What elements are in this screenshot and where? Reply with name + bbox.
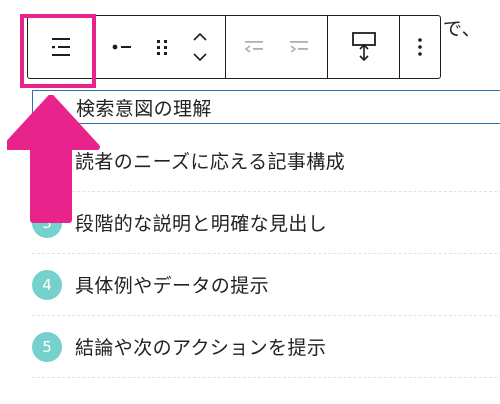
toolbar-group-indent xyxy=(226,16,328,78)
list-item-label: 読者のニーズに応える記事構成 xyxy=(75,151,346,173)
toolbar-group-block xyxy=(94,16,226,78)
list-number-badge: 3 xyxy=(32,207,62,238)
list-item-1[interactable]: 1 検索意図の理解 xyxy=(32,90,500,124)
list-number-badge: 2 xyxy=(32,145,62,176)
unordered-list-icon xyxy=(112,44,132,50)
more-options-button[interactable] xyxy=(415,35,425,59)
vertical-ellipsis-icon xyxy=(418,38,422,56)
drag-dots-icon xyxy=(157,40,168,55)
toolbar-group-parent xyxy=(28,16,94,78)
list-number-badge: 5 xyxy=(32,331,62,362)
numbered-list: 1 検索意図の理解 2 読者のニーズに応える記事構成 3 段階的な説明と明確な見… xyxy=(32,90,500,378)
block-toolbar xyxy=(27,15,441,79)
indent-icon xyxy=(289,41,308,53)
list-item-label: 具体例やデータの提示 xyxy=(75,275,270,297)
vertical-spacing-icon xyxy=(351,32,376,62)
list-parent-select-button[interactable] xyxy=(48,36,74,58)
drag-handle-button[interactable] xyxy=(153,36,171,58)
list-item-4[interactable]: 4 具体例やデータの提示 xyxy=(32,254,500,316)
list-item-label: 検索意図の理解 xyxy=(76,97,212,120)
outdent-button[interactable] xyxy=(241,36,267,58)
toolbar-group-more xyxy=(400,16,440,78)
list-number-badge: 4 xyxy=(32,269,62,300)
spacing-button[interactable] xyxy=(350,30,378,64)
list-indent-icon xyxy=(51,38,70,56)
list-item-label: 結論や次のアクションを提示 xyxy=(75,337,327,359)
list-item-5[interactable]: 5 結論や次のアクションを提示 xyxy=(32,316,500,378)
list-item-label: 段階的な説明と明確な見出し xyxy=(75,213,328,235)
outdent-icon xyxy=(244,41,264,53)
move-up-down-button[interactable] xyxy=(190,31,210,63)
list-block-type-button[interactable] xyxy=(109,36,135,58)
list-item-3[interactable]: 3 段階的な説明と明確な見出し xyxy=(32,192,500,254)
chevron-up-down-icon xyxy=(193,32,207,62)
toolbar-group-spacing xyxy=(328,16,400,78)
indent-button[interactable] xyxy=(286,36,312,58)
list-item-2[interactable]: 2 読者のニーズに応える記事構成 xyxy=(32,130,500,192)
